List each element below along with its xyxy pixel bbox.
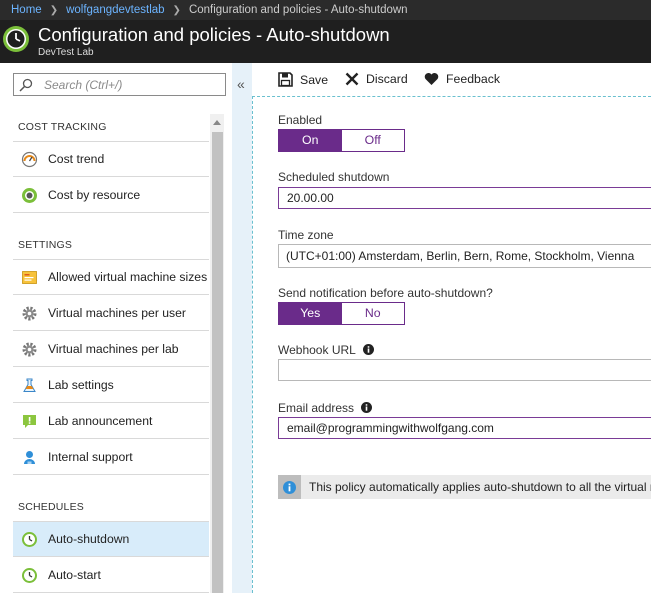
search-input[interactable] <box>44 76 220 93</box>
save-button[interactable]: Save <box>278 72 328 87</box>
breadcrumb-lab-link[interactable]: wolfgangdevtestlab <box>66 4 164 16</box>
email-label: Email address <box>278 401 373 415</box>
breadcrumb-home-link[interactable]: Home <box>11 4 42 16</box>
menu-item-label: Internal support <box>48 450 133 464</box>
menu-item-label: Virtual machines per lab <box>48 342 179 356</box>
menu-item-label: Auto-shutdown <box>48 532 130 546</box>
menu-item-cost-trend[interactable]: Cost trend <box>13 142 209 177</box>
enabled-off-option[interactable]: Off <box>341 130 404 151</box>
notification-yes-option[interactable]: Yes <box>279 303 342 324</box>
page-subtitle: DevTest Lab <box>38 47 94 58</box>
save-icon <box>278 72 293 87</box>
scroll-up-arrow-icon[interactable] <box>213 120 221 125</box>
menu-item-vms-per-user[interactable]: Virtual machines per user <box>13 296 209 331</box>
menu-item-vms-per-lab[interactable]: Virtual machines per lab <box>13 332 209 367</box>
breadcrumb: Home ❯ wolfgangdevtestlab ❯ Configuratio… <box>0 0 651 20</box>
notification-no-option[interactable]: No <box>341 303 404 324</box>
scheduled-shutdown-label: Scheduled shutdown <box>278 170 390 184</box>
breadcrumb-current: Configuration and policies - Auto-shutdo… <box>188 4 408 16</box>
cost-trend-icon <box>21 151 38 167</box>
menu-item-lab-announcement[interactable]: Lab announcement <box>13 404 209 439</box>
resource-menu: COST TRACKING Cost trend Cost by resourc… <box>0 63 232 593</box>
gear-icon <box>22 342 37 356</box>
double-chevron-left-icon[interactable]: « <box>237 76 245 92</box>
command-bar: Save Discard Feedback <box>252 63 651 96</box>
menu-scrollbar-thumb[interactable] <box>212 132 223 593</box>
info-icon <box>283 480 296 494</box>
time-zone-select[interactable]: (UTC+01:00) Amsterdam, Berlin, Bern, Rom… <box>278 244 651 268</box>
breadcrumb-separator-icon: ❯ <box>49 4 59 16</box>
heart-icon <box>424 73 439 85</box>
vm-sizes-icon <box>22 270 37 284</box>
discard-button[interactable]: Discard <box>345 72 408 86</box>
menu-item-label: Cost by resource <box>48 188 141 202</box>
menu-item-label: Allowed virtual machine sizes <box>48 270 208 284</box>
menu-item-label: Lab settings <box>48 378 114 392</box>
enabled-label: Enabled <box>278 113 323 127</box>
search-icon <box>19 78 33 92</box>
section-title-schedules: SCHEDULES <box>18 501 84 513</box>
policy-info-text: This policy automatically applies auto-s… <box>309 480 651 494</box>
webhook-label-text: Webhook URL <box>278 343 356 357</box>
feedback-button[interactable]: Feedback <box>424 72 500 86</box>
section-title-cost-tracking: COST TRACKING <box>18 121 107 133</box>
info-icon[interactable] <box>361 402 373 413</box>
info-icon-box <box>278 475 301 499</box>
menu-item-auto-start[interactable]: Auto-start <box>13 558 209 593</box>
email-address-input[interactable]: email@programmingwithwolfgang.com <box>278 417 651 439</box>
enabled-on-option[interactable]: On <box>279 130 342 151</box>
menu-item-auto-shutdown[interactable]: Auto-shutdown <box>13 522 209 557</box>
save-label: Save <box>300 72 329 87</box>
info-icon[interactable] <box>362 344 374 355</box>
breadcrumb-separator-icon: ❯ <box>172 4 181 16</box>
page-title: Configuration and policies - Auto-shutdo… <box>38 24 390 45</box>
menu-item-allowed-vm-sizes[interactable]: Allowed virtual machine sizes <box>13 260 209 295</box>
close-icon <box>345 72 359 86</box>
policy-info-bar: This policy automatically applies auto-s… <box>278 475 651 499</box>
feedback-label: Feedback <box>446 72 501 86</box>
menu-item-lab-settings[interactable]: Lab settings <box>13 368 209 403</box>
cost-by-resource-icon <box>22 187 37 203</box>
support-icon <box>24 450 35 464</box>
devtest-lab-clock-icon <box>3 26 29 52</box>
announcement-icon <box>23 414 36 428</box>
time-zone-label: Time zone <box>278 228 334 242</box>
lab-settings-icon <box>23 378 36 392</box>
collapse-menu-strip[interactable]: « <box>232 63 252 593</box>
webhook-label: Webhook URL <box>278 343 374 357</box>
webhook-url-input[interactable] <box>278 359 651 381</box>
notification-toggle: Yes No <box>278 302 405 325</box>
notification-label: Send notification before auto-shutdown? <box>278 286 493 300</box>
enabled-toggle: On Off <box>278 129 405 152</box>
menu-item-cost-by-resource[interactable]: Cost by resource <box>13 178 209 213</box>
section-title-settings: SETTINGS <box>18 239 73 251</box>
menu-item-label: Virtual machines per user <box>48 306 186 320</box>
menu-item-label: Auto-start <box>48 568 101 582</box>
scheduled-shutdown-input[interactable]: 20.00.00 <box>278 187 651 209</box>
clock-icon <box>22 567 37 583</box>
clock-icon <box>22 531 37 547</box>
email-label-text: Email address <box>278 401 355 415</box>
menu-search[interactable] <box>13 73 226 96</box>
auto-shutdown-blade: Save Discard Feedback Enabled On Off Sch… <box>252 63 651 593</box>
menu-item-label: Cost trend <box>48 152 105 166</box>
discard-label: Discard <box>366 72 408 86</box>
menu-item-internal-support[interactable]: Internal support <box>13 440 209 475</box>
gear-icon <box>22 306 37 320</box>
menu-item-label: Lab announcement <box>48 414 153 428</box>
blade-header: Configuration and policies - Auto-shutdo… <box>0 20 651 63</box>
